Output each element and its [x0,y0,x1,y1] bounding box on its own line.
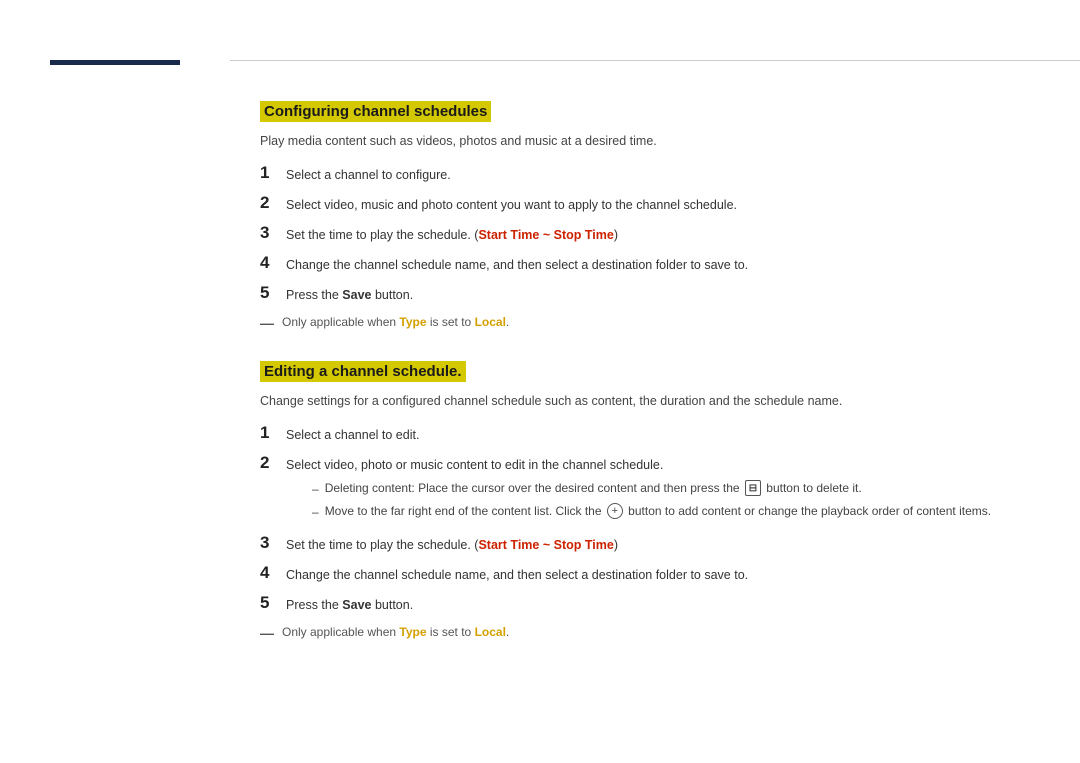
step-number-5: 5 [260,283,286,303]
step-number-2: 2 [260,193,286,213]
start-stop-time-2: Start Time ~ Stop Time [478,538,613,552]
sub-bullet-text-2: Move to the far right end of the content… [325,502,991,520]
edit-step-1: 1 Select a channel to edit. [260,425,1020,445]
edit-step-text-1: Select a channel to edit. [286,425,1020,445]
section-edit-title: Editing a channel schedule. [260,361,466,382]
edit-step-4: 4 Change the channel schedule name, and … [260,565,1020,585]
edit-step-number-4: 4 [260,563,286,583]
note-text-2: Only applicable when Type is set to Loca… [282,625,509,639]
step-text-5: Press the Save button. [286,285,1020,305]
edit-note: ― Only applicable when Type is set to Lo… [260,625,1020,641]
edit-step-5: 5 Press the Save button. [260,595,1020,615]
edit-step-text-4: Change the channel schedule name, and th… [286,565,1020,585]
sub-bullet-delete: – Deleting content: Place the cursor ove… [312,479,1020,498]
configure-step-5: 5 Press the Save button. [260,285,1020,305]
sub-bullet-dash-2: – [312,503,319,521]
start-stop-time-1: Start Time ~ Stop Time [478,228,613,242]
configure-steps-list: 1 Select a channel to configure. 2 Selec… [260,165,1020,305]
configure-step-4: 4 Change the channel schedule name, and … [260,255,1020,275]
note-text-1: Only applicable when Type is set to Loca… [282,315,509,329]
section-edit-subtitle: Change settings for a configured channel… [260,392,1020,411]
page-container: Configuring channel schedules Play media… [0,0,1080,763]
step-text-3: Set the time to play the schedule. (Star… [286,225,1020,245]
step-text-2: Select video, music and photo content yo… [286,195,1020,215]
edit-step-3: 3 Set the time to play the schedule. (St… [260,535,1020,555]
step-text-4: Change the channel schedule name, and th… [286,255,1020,275]
section-configure-subtitle: Play media content such as videos, photo… [260,132,1020,151]
left-sidebar [0,0,230,763]
delete-icon: ⊟ [745,480,761,496]
sub-bullets: – Deleting content: Place the cursor ove… [286,479,1020,521]
edit-step-text-5: Press the Save button. [286,595,1020,615]
type-label-1: Type [399,315,426,329]
configure-note: ― Only applicable when Type is set to Lo… [260,315,1020,331]
edit-steps-list: 1 Select a channel to edit. 2 Select vid… [260,425,1020,615]
sub-bullet-dash-1: – [312,480,319,498]
edit-step-text-2: Select video, photo or music content to … [286,458,663,472]
edit-step-number-5: 5 [260,593,286,613]
note-dash-2: ― [260,625,274,641]
edit-step-number-2: 2 [260,453,286,473]
edit-step-number-3: 3 [260,533,286,553]
step-text-1: Select a channel to configure. [286,165,1020,185]
local-label-1: Local [475,315,506,329]
note-dash-1: ― [260,315,274,331]
configure-step-3: 3 Set the time to play the schedule. (St… [260,225,1020,245]
step-number-1: 1 [260,163,286,183]
save-label-2: Save [342,598,371,612]
type-label-2: Type [399,625,426,639]
save-label-1: Save [342,288,371,302]
section-configure-title: Configuring channel schedules [260,101,491,122]
section-configure: Configuring channel schedules Play media… [260,101,1020,331]
step-number-3: 3 [260,223,286,243]
configure-step-1: 1 Select a channel to configure. [260,165,1020,185]
edit-step-text-3: Set the time to play the schedule. (Star… [286,535,1020,555]
edit-step-2: 2 Select video, photo or music content t… [260,455,1020,525]
configure-step-2: 2 Select video, music and photo content … [260,195,1020,215]
plus-icon: + [607,503,623,519]
step-number-4: 4 [260,253,286,273]
edit-step-number-1: 1 [260,423,286,443]
section-edit: Editing a channel schedule. Change setti… [260,361,1020,641]
sub-bullet-text-1: Deleting content: Place the cursor over … [325,479,862,497]
main-content: Configuring channel schedules Play media… [230,60,1080,763]
sub-bullet-add: – Move to the far right end of the conte… [312,502,1020,521]
sidebar-bar [50,60,180,65]
local-label-2: Local [475,625,506,639]
